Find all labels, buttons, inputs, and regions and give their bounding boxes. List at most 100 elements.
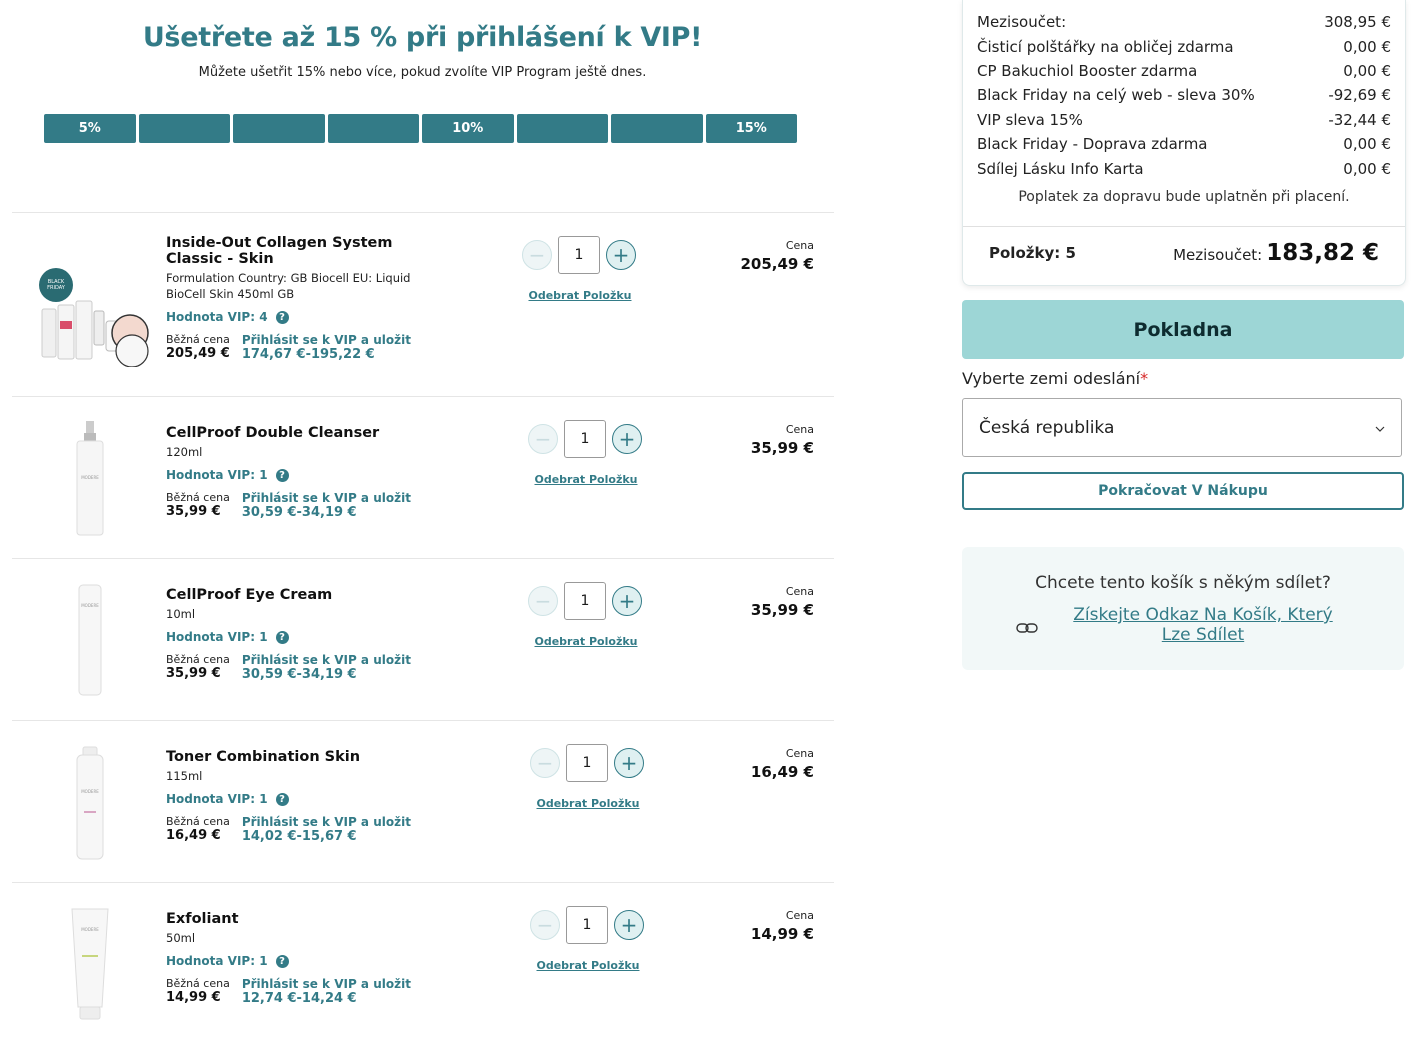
product-name[interactable]: CellProof Double Cleanser <box>166 425 426 441</box>
regular-price: 16,49 € <box>166 828 221 843</box>
regular-price-label: Běžná cena <box>166 491 230 504</box>
product-image[interactable]: MODERE <box>40 569 140 709</box>
product-info: Inside-Out Collagen System Classic - Ski… <box>166 235 426 362</box>
vip-price: 12,74 €-14,24 € <box>241 991 357 1006</box>
vip-subtitle: Můžete ušetřit 15% nebo více, pokud zvol… <box>198 65 647 80</box>
vip-segment <box>327 114 419 143</box>
help-icon[interactable]: ? <box>275 468 289 482</box>
increase-qty-button[interactable]: + <box>606 240 636 270</box>
remove-item-link[interactable]: Odebrat Položku <box>520 289 640 302</box>
order-summary: Mezisoučet: 308,95 € Čisticí polštářky na… <box>962 0 1406 286</box>
help-icon[interactable]: ? <box>275 630 289 644</box>
country-label: Vyberte zemi odeslání* <box>962 369 1148 388</box>
vip-segment <box>611 114 703 143</box>
svg-text:MODERE: MODERE <box>81 789 99 794</box>
quantity-stepper: − 1 + <box>528 582 642 620</box>
summary-divider <box>963 226 1405 227</box>
checkout-button[interactable]: Pokladna <box>962 300 1404 359</box>
help-icon[interactable]: ? <box>275 792 289 806</box>
summary-line-label: Sdílej Lásku Info Karta <box>977 159 1144 178</box>
vip-join-link[interactable]: Přihlásit se k VIP a uložit <box>242 333 411 347</box>
product-variant: 115ml <box>166 769 203 783</box>
summary-line-value: 0,00 € <box>1343 135 1391 154</box>
summary-line-label: Mezisoučet: <box>977 13 1067 32</box>
product-name[interactable]: Toner Combination Skin <box>166 749 426 765</box>
country-selected-value: Česká republika <box>979 417 1115 438</box>
svg-text:FRIDAY: FRIDAY <box>47 285 66 291</box>
price-comparison: Běžná cena 205,49 € Přihlásit se k VIP a … <box>166 333 426 362</box>
help-icon[interactable]: ? <box>275 954 289 968</box>
remove-item-link[interactable]: Odebrat Položku <box>526 635 646 648</box>
decrease-qty-button[interactable]: − <box>528 586 558 616</box>
summary-line-label: VIP sleva 15% <box>977 110 1083 129</box>
vip-value-label: Hodnota VIP: 1 <box>166 630 268 644</box>
product-image[interactable]: BLACK FRIDAY <box>34 237 150 377</box>
product-image[interactable]: MODERE <box>40 893 140 1033</box>
vip-segment <box>138 114 230 143</box>
vip-segment <box>233 114 325 143</box>
country-select[interactable]: Česká republika <box>962 398 1402 457</box>
vip-banner: Ušetřete až 15 % při přihlášení k VIP! M… <box>0 0 845 200</box>
increase-qty-button[interactable]: + <box>614 910 644 940</box>
continue-shopping-button[interactable]: Pokračovat V Nákupu <box>962 472 1404 510</box>
summary-line-value: 0,00 € <box>1343 159 1391 178</box>
product-image[interactable]: MODERE <box>40 731 140 871</box>
vip-join-link[interactable]: Přihlásit se k VIP a uložit <box>242 815 411 829</box>
quantity-input[interactable]: 1 <box>564 420 606 458</box>
vip-join-link[interactable]: Přihlásit se k VIP a uložit <box>242 653 411 667</box>
product-image[interactable]: MODERE <box>40 407 140 547</box>
price-comparison: Běžná cena 35,99 € Přihlásit se k VIP a u… <box>166 653 426 682</box>
product-variant: 50ml <box>166 931 196 945</box>
summary-line: CP Bakuchiol Booster zdarma 0,00 € <box>977 59 1391 83</box>
quantity-input[interactable]: 1 <box>558 236 600 274</box>
vip-join-link[interactable]: Přihlásit se k VIP a uložit <box>242 977 411 991</box>
price-column: Cena 35,99 € <box>751 585 814 619</box>
product-name[interactable]: Inside-Out Collagen System Classic - Ski… <box>166 235 426 267</box>
cart-item: BLACK FRIDAY Inside-Out Collagen System … <box>12 212 834 396</box>
vip-value: Hodnota VIP: 1? <box>166 630 426 644</box>
vip-value: Hodnota VIP: 1? <box>166 954 426 968</box>
decrease-qty-button[interactable]: − <box>530 910 560 940</box>
increase-qty-button[interactable]: + <box>614 748 644 778</box>
product-name[interactable]: Exfoliant <box>166 911 426 927</box>
product-name[interactable]: CellProof Eye Cream <box>166 587 426 603</box>
quantity-input[interactable]: 1 <box>564 582 606 620</box>
quantity-input[interactable]: 1 <box>566 744 608 782</box>
share-cart-link[interactable]: Získejte Odkaz Na Košík, Který Lze Sdíle… <box>1062 605 1344 645</box>
summary-line-label: Čisticí polštářky na obličej zdarma <box>977 37 1234 56</box>
remove-item-link[interactable]: Odebrat Položku <box>526 473 646 486</box>
summary-line-label: CP Bakuchiol Booster zdarma <box>977 61 1198 80</box>
summary-line: Mezisoučet: 308,95 € <box>977 10 1391 34</box>
summary-line: Sdílej Lásku Info Karta 0,00 € <box>977 156 1391 180</box>
vip-join-link[interactable]: Přihlásit se k VIP a uložit <box>242 491 411 505</box>
items-count: Položky: 5 <box>989 244 1076 262</box>
price-label: Cena <box>785 239 814 252</box>
vip-value-label: Hodnota VIP: 1 <box>166 468 268 482</box>
decrease-qty-button[interactable]: − <box>522 240 552 270</box>
remove-item-link[interactable]: Odebrat Položku <box>528 959 648 972</box>
item-price: 16,49 € <box>750 763 814 781</box>
help-icon[interactable]: ? <box>275 310 289 324</box>
summary-lines: Mezisoučet: 308,95 € Čisticí polštářky na… <box>977 10 1391 181</box>
vip-price: 174,67 €-195,22 € <box>241 347 375 362</box>
item-price: 205,49 € <box>740 255 814 273</box>
quantity-input[interactable]: 1 <box>566 906 608 944</box>
summary-line-value: -92,69 € <box>1328 86 1391 105</box>
quantity-stepper: − 1 + <box>528 420 642 458</box>
item-price: 35,99 € <box>750 601 814 619</box>
cart-item: MODERE CellProof Double Cleanser 120ml H… <box>12 396 834 558</box>
product-variant: 120ml <box>166 445 203 459</box>
increase-qty-button[interactable]: + <box>612 586 642 616</box>
cart-list: BLACK FRIDAY Inside-Out Collagen System … <box>12 212 834 1044</box>
product-variant: Formulation Country: GB Biocell EU: Liqu… <box>166 271 411 301</box>
regular-price: 35,99 € <box>166 666 221 681</box>
decrease-qty-button[interactable]: − <box>528 424 558 454</box>
remove-item-link[interactable]: Odebrat Položku <box>528 797 648 810</box>
price-label: Cena <box>785 585 814 598</box>
vip-value: Hodnota VIP: 1? <box>166 468 426 482</box>
vip-segment: 5% <box>44 114 136 143</box>
increase-qty-button[interactable]: + <box>612 424 642 454</box>
share-cart-panel: Chcete tento košík s někým sdílet? Získe… <box>962 547 1404 670</box>
price-column: Cena 16,49 € <box>751 747 814 781</box>
decrease-qty-button[interactable]: − <box>530 748 560 778</box>
